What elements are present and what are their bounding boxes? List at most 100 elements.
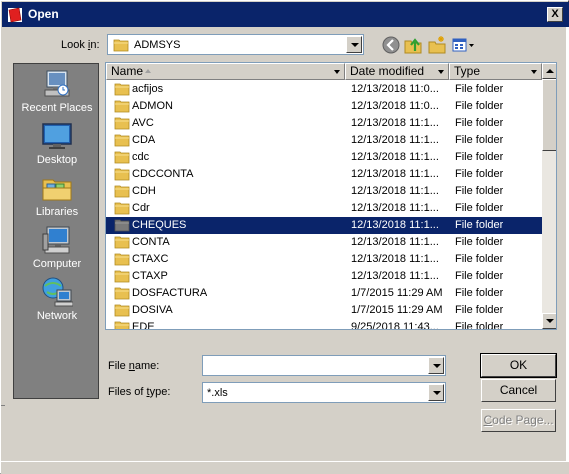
column-type[interactable]: Type	[449, 63, 542, 80]
file-date-modified: 1/7/2015 11:29 AM	[351, 287, 443, 299]
chevron-down-icon[interactable]	[346, 36, 362, 53]
file-type: File folder	[455, 236, 504, 248]
file-row[interactable]: cdc 12/13/2018 11:1... File folder	[106, 149, 542, 166]
place-label: Recent Places	[21, 102, 93, 114]
place-libraries[interactable]: Libraries	[14, 172, 100, 222]
folder-icon	[114, 287, 130, 300]
column-header: Name Date modified Type	[106, 63, 542, 80]
folder-icon	[114, 236, 130, 249]
place-recent-places[interactable]: Recent Places	[14, 68, 100, 118]
file-type: File folder	[455, 151, 504, 163]
file-row[interactable]: CONTA 12/13/2018 11:1... File folder	[106, 234, 542, 251]
file-date-modified: 1/7/2015 11:29 AM	[351, 304, 443, 316]
file-list[interactable]: Name Date modified Type acfijos 12/13/201…	[105, 62, 557, 330]
folder-icon	[114, 202, 130, 215]
file-name: CTAXC	[132, 253, 169, 265]
file-name: Cdr	[132, 202, 150, 214]
file-name-input[interactable]	[203, 356, 429, 375]
new-folder-icon[interactable]	[427, 35, 447, 55]
file-row[interactable]: DOSFACTURA 1/7/2015 11:29 AM File folder	[106, 285, 542, 302]
file-name: DOSIVA	[132, 304, 173, 316]
close-button[interactable]: X	[547, 7, 563, 22]
file-type: File folder	[455, 100, 504, 112]
file-row[interactable]: AVC 12/13/2018 11:1... File folder	[106, 115, 542, 132]
places-bar: Recent Places Desktop Libraries Computer…	[13, 63, 99, 399]
file-name: CONTA	[132, 236, 170, 248]
column-date-modified[interactable]: Date modified	[345, 63, 449, 80]
file-row[interactable]: CDH 12/13/2018 11:1... File folder	[106, 183, 542, 200]
file-name: ADMON	[132, 100, 173, 112]
cancel-button[interactable]: Cancel	[481, 379, 556, 402]
file-type: File folder	[455, 83, 504, 95]
ok-button[interactable]: OK	[480, 353, 557, 378]
file-type: File folder	[455, 168, 504, 180]
chevron-down-icon[interactable]	[437, 67, 446, 77]
file-type: File folder	[455, 134, 504, 146]
file-date-modified: 12/13/2018 11:1...	[351, 134, 439, 146]
file-type: File folder	[455, 304, 504, 316]
code-page-button[interactable]: Code Page...	[481, 409, 556, 432]
up-folder-icon[interactable]	[403, 35, 423, 55]
file-row[interactable]: acfijos 12/13/2018 11:0... File folder	[106, 81, 542, 98]
folder-icon	[114, 270, 130, 283]
scroll-down-button[interactable]	[542, 313, 556, 329]
file-name-label: File name:	[108, 360, 160, 372]
column-name[interactable]: Name	[106, 63, 345, 80]
file-type: File folder	[455, 185, 504, 197]
network-icon	[42, 277, 73, 307]
divider	[1, 405, 5, 415]
scroll-up-button[interactable]	[542, 63, 556, 79]
folder-icon	[114, 100, 130, 113]
file-name-combo[interactable]	[202, 355, 446, 376]
file-row[interactable]: CTAXC 12/13/2018 11:1... File folder	[106, 251, 542, 268]
sort-arrow-icon	[145, 69, 151, 73]
desktop-icon	[42, 123, 72, 149]
file-type-select[interactable]: *.xls	[202, 382, 446, 403]
file-row[interactable]: CHEQUES 12/13/2018 11:1... File folder	[106, 217, 542, 234]
computer-icon	[42, 226, 70, 254]
file-name: CDH	[132, 185, 156, 197]
file-date-modified: 12/13/2018 11:0...	[351, 83, 439, 95]
folder-icon	[114, 253, 130, 266]
file-name: EDE	[132, 321, 155, 330]
file-date-modified: 12/13/2018 11:1...	[351, 117, 439, 129]
recent-places-icon	[44, 70, 70, 97]
file-row[interactable]: ADMON 12/13/2018 11:0... File folder	[106, 98, 542, 115]
open-dialog: Open X Look in: ADMSYS Recent Places Des…	[0, 0, 569, 474]
scroll-thumb[interactable]	[542, 79, 556, 151]
place-desktop[interactable]: Desktop	[14, 120, 100, 170]
vertical-scrollbar[interactable]	[542, 63, 556, 329]
title-bar[interactable]: Open X	[2, 2, 569, 27]
chevron-down-icon[interactable]	[428, 357, 444, 374]
look-in-combo[interactable]: ADMSYS	[107, 34, 364, 55]
chevron-down-icon[interactable]	[333, 67, 342, 77]
place-label: Desktop	[36, 154, 78, 166]
window-title: Open	[28, 7, 59, 21]
file-type: File folder	[455, 117, 504, 129]
chevron-down-icon[interactable]	[428, 384, 444, 401]
file-row[interactable]: CTAXP 12/13/2018 11:1... File folder	[106, 268, 542, 285]
folder-icon	[114, 117, 130, 130]
folder-icon	[114, 304, 130, 317]
file-row[interactable]: Cdr 12/13/2018 11:1... File folder	[106, 200, 542, 217]
folder-icon	[113, 39, 129, 52]
file-date-modified: 9/25/2018 11:43...	[351, 321, 439, 330]
views-menu-icon[interactable]	[451, 35, 475, 55]
file-date-modified: 12/13/2018 11:1...	[351, 236, 439, 248]
file-type: File folder	[455, 219, 504, 231]
place-network[interactable]: Network	[14, 276, 100, 326]
file-type-label: Files of type:	[108, 386, 171, 398]
file-row[interactable]: CDCCONTA 12/13/2018 11:1... File folder	[106, 166, 542, 183]
close-icon: X	[551, 8, 559, 20]
folder-icon	[114, 83, 130, 96]
chevron-down-icon[interactable]	[530, 67, 539, 77]
back-icon[interactable]	[381, 35, 401, 55]
file-row[interactable]: DOSIVA 1/7/2015 11:29 AM File folder	[106, 302, 542, 319]
file-type: File folder	[455, 321, 504, 330]
folder-icon	[114, 151, 130, 164]
file-row[interactable]: EDE 9/25/2018 11:43... File folder	[106, 319, 542, 330]
place-computer[interactable]: Computer	[14, 224, 100, 274]
file-type: File folder	[455, 202, 504, 214]
file-row[interactable]: CDA 12/13/2018 11:1... File folder	[106, 132, 542, 149]
file-date-modified: 12/13/2018 11:0...	[351, 100, 439, 112]
